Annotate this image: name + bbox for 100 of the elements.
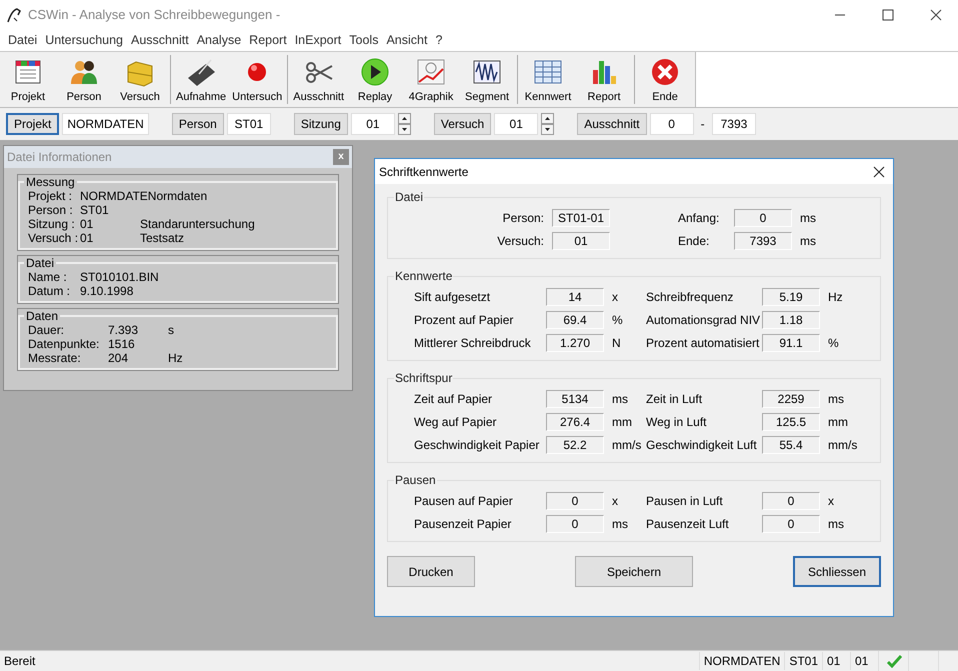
close-icon[interactable] (930, 9, 942, 21)
unit-label: mm (611, 414, 633, 430)
close-icon[interactable] (873, 166, 885, 178)
status-cell: NORMDATEN (698, 652, 784, 670)
field-label: Geschwindigkeit Luft (646, 436, 758, 454)
value-field: 7393 (734, 232, 792, 250)
field-label: Ende: (678, 232, 710, 250)
value-field: 1.270 (546, 334, 604, 352)
range-separator: - (700, 116, 706, 133)
field-label: Weg auf Papier (414, 414, 498, 430)
unit-label: ms (827, 516, 845, 532)
info-value: 204 (108, 351, 130, 365)
info-value: Testsatz (140, 231, 184, 245)
selector-button[interactable]: Versuch (434, 113, 492, 135)
status-cell: 01 (822, 652, 850, 670)
field-label: Versuch: (496, 232, 545, 250)
field-label: Geschwindigkeit Papier (414, 436, 540, 454)
menu-item[interactable]: Ausschnitt (127, 31, 193, 50)
value-field[interactable]: 01 (350, 113, 395, 135)
menu-item[interactable]: ? (431, 31, 446, 50)
value-field: 0 (546, 514, 604, 532)
info-value: 01 (80, 231, 94, 245)
value-field: 52.2 (546, 436, 604, 454)
info-value: 7.393 (108, 323, 140, 337)
toolbar-button[interactable]: 4Graphik (403, 52, 460, 107)
toolbar-button[interactable]: Replay (347, 52, 404, 107)
value-field: 91.1 (762, 334, 820, 352)
toolbar-button[interactable]: Report (576, 52, 632, 107)
unit-label: x (611, 492, 619, 510)
toolbar-button[interactable]: Untersuch (229, 52, 286, 107)
value-field[interactable]: NORMDATEN (62, 113, 149, 135)
group-title: Daten (25, 309, 60, 323)
unit-label: ms (611, 516, 629, 532)
info-value: ST010101.BIN (80, 270, 159, 284)
field-label: Prozent automatisiert (646, 334, 760, 352)
group-title: Schriftspur (394, 370, 454, 387)
toolbar-button[interactable]: Projekt (0, 52, 56, 107)
group-title: Datei (394, 189, 424, 206)
info-label: Messrate: (28, 351, 82, 365)
menu-item[interactable]: Ansicht (382, 31, 432, 50)
value-field: 5134 (546, 390, 604, 408)
toolbar-button[interactable]: Ende (637, 52, 694, 107)
value-field: 0 (546, 492, 604, 510)
field-label: Pausenzeit Luft (646, 516, 730, 532)
field-label: Pausen in Luft (646, 492, 724, 510)
toolbar-button[interactable]: Kennwert (520, 52, 576, 107)
toolbar-button[interactable]: Person (56, 52, 112, 107)
value-field[interactable]: 7393 (712, 113, 756, 135)
spinner-icon[interactable] (541, 113, 554, 135)
toolbar-button[interactable]: Ausschnitt (290, 52, 348, 107)
toolbar-button[interactable]: Segment (459, 52, 516, 107)
menu-item[interactable]: Analyse (192, 31, 246, 50)
dialog-button[interactable]: Speichern (575, 556, 693, 587)
info-label: Person : (28, 203, 74, 217)
info-label: Datum : (28, 284, 72, 298)
selector-button[interactable]: Sitzung (294, 113, 348, 135)
group-title: Messung (25, 175, 76, 189)
value-field[interactable]: ST01 (226, 113, 271, 135)
menu-item[interactable]: Datei (4, 31, 42, 50)
dialog-title: Schriftkennwerte (379, 164, 468, 180)
field-label: Anfang: (678, 210, 720, 226)
menu-item[interactable]: Untersuchung (41, 31, 128, 50)
field-label: Prozent auf Papier (414, 312, 514, 328)
value-field: 0 (734, 208, 792, 226)
maximize-icon[interactable] (882, 9, 894, 21)
info-value: 1516 (108, 337, 135, 351)
value-field: 5.19 (762, 288, 820, 306)
app-icon (6, 6, 24, 24)
unit-label: ms (799, 210, 817, 226)
selector-button[interactable]: Ausschnitt (577, 113, 647, 135)
info-label: Datenpunkte: (28, 337, 100, 351)
info-label: Name : (28, 270, 68, 284)
dialog-button[interactable]: Schliessen (793, 556, 881, 587)
info-value: ST01 (80, 203, 109, 217)
value-field: 2259 (762, 390, 820, 408)
spinner-icon[interactable] (398, 113, 411, 135)
menu-item[interactable]: InExport (290, 31, 346, 50)
selector-button[interactable]: Person (172, 113, 224, 135)
field-label: Mittlerer Schreibdruck (414, 334, 532, 352)
field-label: Person: (502, 210, 545, 226)
group-title: Pausen (394, 472, 437, 489)
menu-item[interactable]: Tools (345, 31, 382, 50)
field-label: Zeit in Luft (646, 390, 704, 408)
field-label: Schreibfrequenz (646, 288, 734, 306)
info-value: Standaruntersuchung (140, 217, 255, 231)
value-field[interactable]: 01 (494, 113, 538, 135)
menu-item[interactable]: Report (245, 31, 291, 50)
info-value: NORMDATENormdaten (80, 189, 208, 203)
unit-label: ms (611, 390, 629, 408)
value-field[interactable]: 0 (650, 113, 694, 135)
info-label: Sitzung : (28, 217, 76, 231)
panel-title: Datei Informationen (7, 149, 112, 166)
unit-label: Hz (827, 288, 844, 306)
toolbar-button[interactable]: Versuch (112, 52, 168, 107)
toolbar-button[interactable]: Aufnahme (173, 52, 230, 107)
info-label: Dauer: (28, 323, 66, 337)
info-value: 9.10.1998 (80, 284, 134, 298)
value-field: 55.4 (762, 436, 820, 454)
dialog-button[interactable]: Drucken (387, 556, 475, 587)
selector-button[interactable]: Projekt (6, 113, 60, 135)
